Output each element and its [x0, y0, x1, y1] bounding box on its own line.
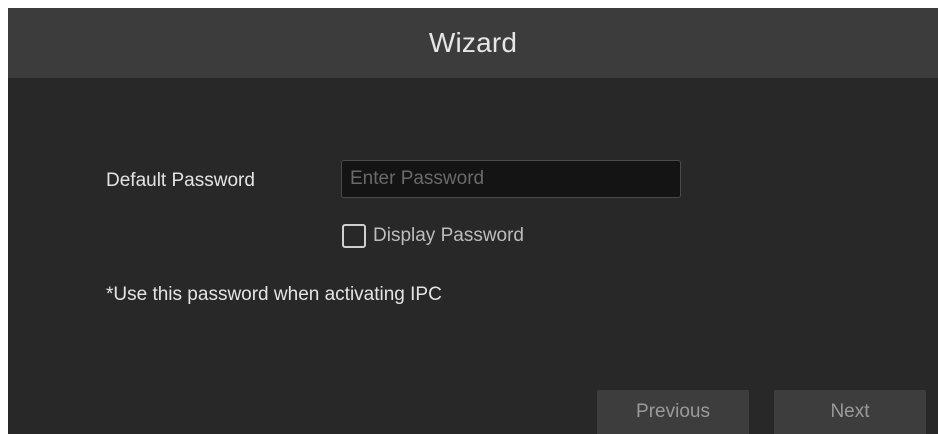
previous-button[interactable]: Previous: [597, 390, 749, 434]
display-password-toggle[interactable]: Display Password: [342, 224, 524, 248]
title-bar: Wizard: [8, 8, 938, 78]
display-password-label[interactable]: Display Password: [373, 225, 524, 247]
dialog-title: Wizard: [428, 27, 518, 58]
display-password-checkbox[interactable]: [342, 224, 366, 248]
next-button[interactable]: Next: [774, 390, 926, 434]
default-password-label: Default Password: [106, 170, 255, 191]
default-password-input[interactable]: [341, 160, 681, 198]
password-note: *Use this password when activating IPC: [106, 284, 442, 305]
wizard-dialog: Wizard Default Password Display Password…: [8, 8, 938, 434]
